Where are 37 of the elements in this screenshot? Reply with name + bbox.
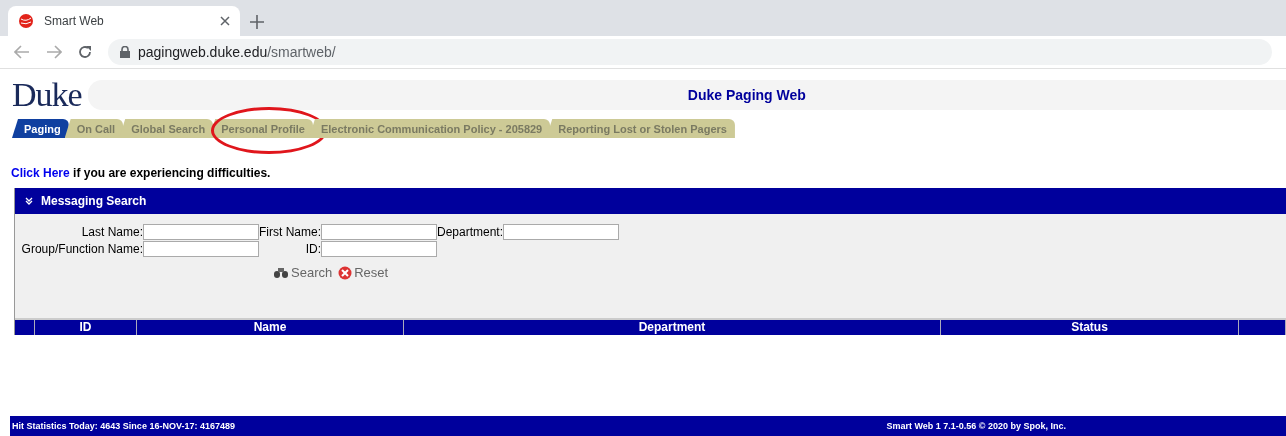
copyright-text: Smart Web 1 7.1-0.56 © 2020 by Spok, Inc. <box>886 421 1066 431</box>
field-label: ID: <box>304 242 321 256</box>
field-label: Department: <box>437 225 503 239</box>
hit-statistics: Hit Statistics Today: 4643 Since 16-NOV-17: 4167489 <box>12 421 235 431</box>
input-field[interactable] <box>143 224 259 240</box>
notice-text: Click Here if you are experiencing difficulties. <box>11 166 272 180</box>
column-header: Name <box>137 320 404 335</box>
search-button[interactable]: Search <box>273 265 333 280</box>
forward-icon[interactable] <box>46 45 62 59</box>
page-title: Duke Paging Web <box>687 87 806 103</box>
input-field[interactable] <box>503 224 619 240</box>
input-field[interactable] <box>321 224 437 240</box>
address-bar[interactable]: pagingweb.duke.edu/smartweb/ <box>108 39 1272 65</box>
reset-button[interactable]: Reset <box>338 265 389 280</box>
logo: Duke <box>12 76 82 114</box>
close-icon[interactable] <box>220 16 230 26</box>
nav-tab[interactable]: Paging <box>12 119 69 138</box>
panel-title: Messaging Search <box>41 194 147 208</box>
help-link[interactable]: Click Here <box>11 166 70 180</box>
input-field[interactable] <box>143 241 259 257</box>
browser-tab[interactable]: Smart Web <box>8 6 240 36</box>
field-label: Last Name: <box>80 225 143 239</box>
input-field[interactable] <box>321 241 437 257</box>
column-header: Status <box>941 320 1239 335</box>
back-icon[interactable] <box>14 45 30 59</box>
column-header: ID <box>35 320 137 335</box>
field-label: Group/Function Name: <box>20 242 143 256</box>
close-icon <box>338 265 353 280</box>
lock-icon <box>120 46 130 58</box>
binoculars-icon <box>273 266 289 279</box>
collapse-icon[interactable] <box>25 197 33 205</box>
globe-icon <box>18 13 34 29</box>
new-tab-icon[interactable] <box>250 15 264 29</box>
nav-tab[interactable]: On Call <box>64 119 124 138</box>
reload-icon[interactable] <box>78 45 92 59</box>
column-header: Department <box>404 320 941 335</box>
field-label: First Name: <box>259 225 321 239</box>
